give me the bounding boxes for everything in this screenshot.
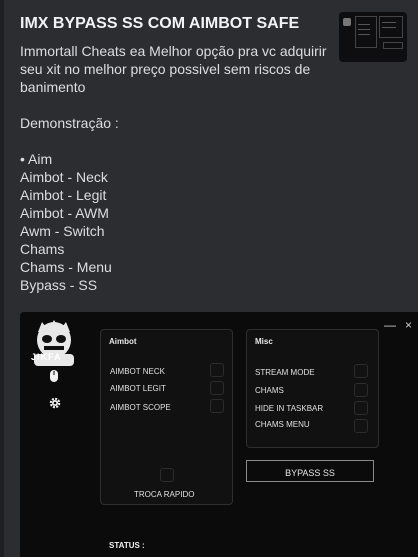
chams-menu-label: CHAMS MENU — [255, 420, 310, 429]
embed-title: IMX BYPASS SS COM AIMBOT SAFE — [20, 15, 300, 32]
logo-text: JIKFA — [31, 352, 62, 362]
hide-in-taskbar-label: HIDE IN TASKBAR — [255, 404, 324, 413]
message-embed: IMX BYPASS SS COM AIMBOT SAFE Immortall … — [0, 0, 418, 557]
misc-panel: Misc STREAM MODE CHAMS HIDE IN TASKBAR C… — [246, 329, 379, 448]
aimbot-scope-checkbox[interactable] — [210, 399, 224, 413]
aimbot-legit-checkbox[interactable] — [210, 381, 224, 395]
misc-panel-title: Misc — [255, 337, 273, 346]
aimbot-neck-checkbox[interactable] — [210, 363, 224, 377]
cheat-app-window: JIKFA — × Aimbot AIMBOT NECK AIMBOT LEGI… — [20, 312, 418, 557]
aimbot-legit-label: AIMBOT LEGIT — [110, 384, 166, 393]
gear-icon[interactable] — [48, 396, 62, 410]
close-button[interactable]: × — [405, 318, 412, 332]
bypass-ss-button[interactable]: BYPASS SS — [246, 460, 374, 482]
mouse-icon[interactable] — [48, 369, 60, 383]
aimbot-scope-label: AIMBOT SCOPE — [110, 403, 171, 412]
embed-thumbnail[interactable] — [339, 12, 407, 62]
troca-rapido-checkbox[interactable] — [160, 468, 174, 482]
hide-in-taskbar-checkbox[interactable] — [354, 401, 368, 415]
troca-rapido-label: TROCA RAPIDO — [134, 490, 195, 499]
aimbot-panel-title: Aimbot — [109, 337, 137, 346]
stream-mode-checkbox[interactable] — [354, 364, 368, 378]
minimize-button[interactable]: — — [384, 318, 396, 332]
chams-label: CHAMS — [255, 386, 284, 395]
chams-checkbox[interactable] — [354, 383, 368, 397]
status-label: STATUS : — [109, 541, 145, 550]
aimbot-panel: Aimbot AIMBOT NECK AIMBOT LEGIT AIMBOT S… — [100, 329, 233, 505]
logo-icon — [34, 320, 74, 366]
chams-menu-checkbox[interactable] — [354, 419, 368, 433]
embed-description: Immortall Cheats ea Melhor opção pra vc … — [20, 43, 327, 293]
aimbot-neck-label: AIMBOT NECK — [110, 367, 165, 376]
stream-mode-label: STREAM MODE — [255, 368, 315, 377]
app-sidebar: JIKFA — [20, 312, 88, 557]
